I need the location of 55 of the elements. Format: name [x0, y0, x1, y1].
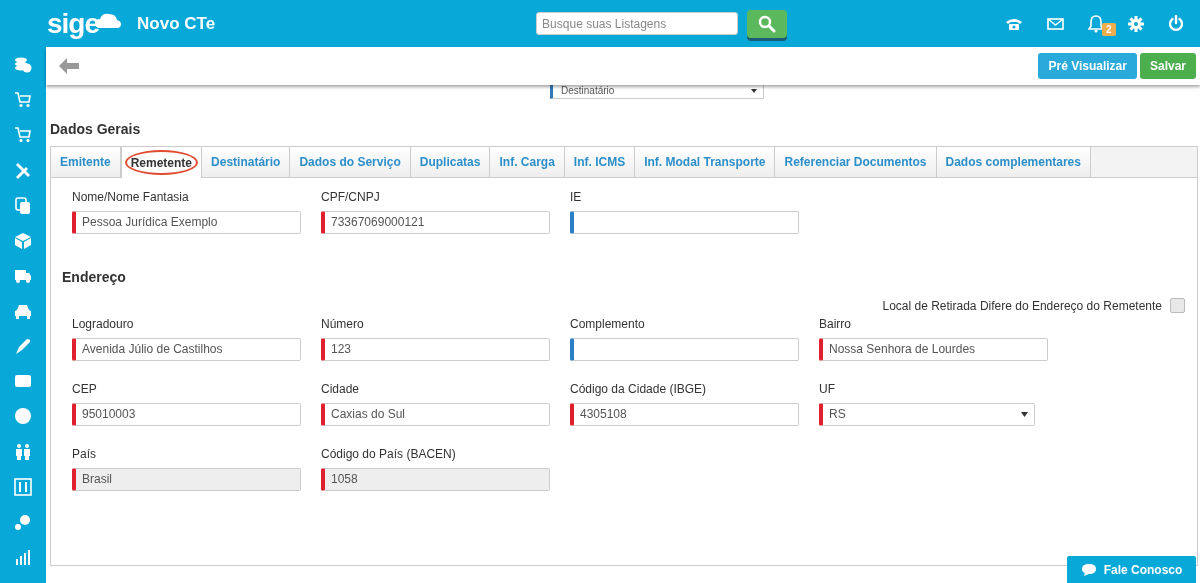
field-label: Número: [321, 317, 365, 331]
chart-icon[interactable]: [14, 547, 32, 566]
cart-icon[interactable]: [14, 91, 32, 110]
settings-icon[interactable]: [1128, 15, 1144, 32]
field-label: Bairro: [819, 317, 852, 331]
input-field[interactable]: 95010003: [72, 403, 301, 426]
recipient-select[interactable]: Destinatário: [550, 85, 764, 99]
input-field[interactable]: 123: [321, 338, 550, 361]
field-label: Complemento: [570, 317, 646, 331]
field-label: CPF/CNPJ: [321, 190, 381, 204]
search-button[interactable]: [747, 9, 788, 38]
field-label: País: [72, 447, 97, 461]
back-arrow-icon[interactable]: [58, 57, 80, 75]
notification-badge: 2: [1102, 22, 1116, 36]
field-label: IE: [570, 190, 583, 204]
speech-bubble-icon: [1080, 562, 1097, 577]
box-icon[interactable]: [14, 231, 32, 250]
bell-icon[interactable]: [1088, 14, 1104, 33]
field-label: Nome/Nome Fantasia: [72, 190, 190, 204]
copy-icon[interactable]: [14, 196, 32, 215]
panel-icon[interactable]: [14, 477, 32, 496]
pen-icon[interactable]: [14, 337, 32, 356]
caret-icon: [1021, 412, 1028, 417]
search-field[interactable]: Busque suas Listagens: [536, 12, 739, 35]
field-label: UF: [819, 382, 836, 396]
field-label: CEP: [72, 382, 98, 396]
input-field[interactable]: Pessoa Jurídica Exemplo: [72, 211, 301, 234]
input-field[interactable]: [570, 338, 799, 361]
car-icon[interactable]: [14, 302, 32, 320]
search-icon: [758, 14, 777, 33]
field-label: Código da Cidade (IBGE): [570, 382, 708, 396]
caret-icon: [751, 89, 757, 93]
field-label: Código do País (BACEN): [321, 447, 457, 461]
input-field[interactable]: 73367069000121: [321, 211, 550, 234]
tab[interactable]: Inf. ICMS: [564, 147, 636, 177]
section-title: Dados Gerais: [50, 121, 142, 137]
power-icon[interactable]: [1168, 15, 1184, 32]
input-field[interactable]: [570, 211, 799, 234]
cart-plus-icon[interactable]: [14, 126, 32, 145]
checkbox[interactable]: [1170, 298, 1185, 313]
mail-icon[interactable]: [1047, 17, 1064, 30]
phone-icon[interactable]: [1005, 16, 1023, 31]
input-field[interactable]: 4305108: [570, 403, 799, 426]
field-label: Logradouro: [72, 317, 135, 331]
input-field[interactable]: Avenida Júlio de Castilhos: [72, 338, 301, 361]
people-icon[interactable]: [14, 442, 32, 461]
section-title: Endereço: [62, 269, 127, 285]
field-label: Cidade: [321, 382, 361, 396]
select-field[interactable]: RS: [819, 403, 1035, 426]
input-field[interactable]: Caxias do Sul: [321, 403, 550, 426]
tab[interactable]: Remetente: [120, 147, 203, 178]
checkbox-label: Local de Retirada Difere do Endereço do Remetente: [882, 298, 1162, 313]
page-title: Novo CTe: [137, 13, 216, 34]
input-field[interactable]: Nossa Senhora de Lourdes: [819, 338, 1048, 361]
tab[interactable]: Referenciar Documentos: [775, 147, 937, 177]
